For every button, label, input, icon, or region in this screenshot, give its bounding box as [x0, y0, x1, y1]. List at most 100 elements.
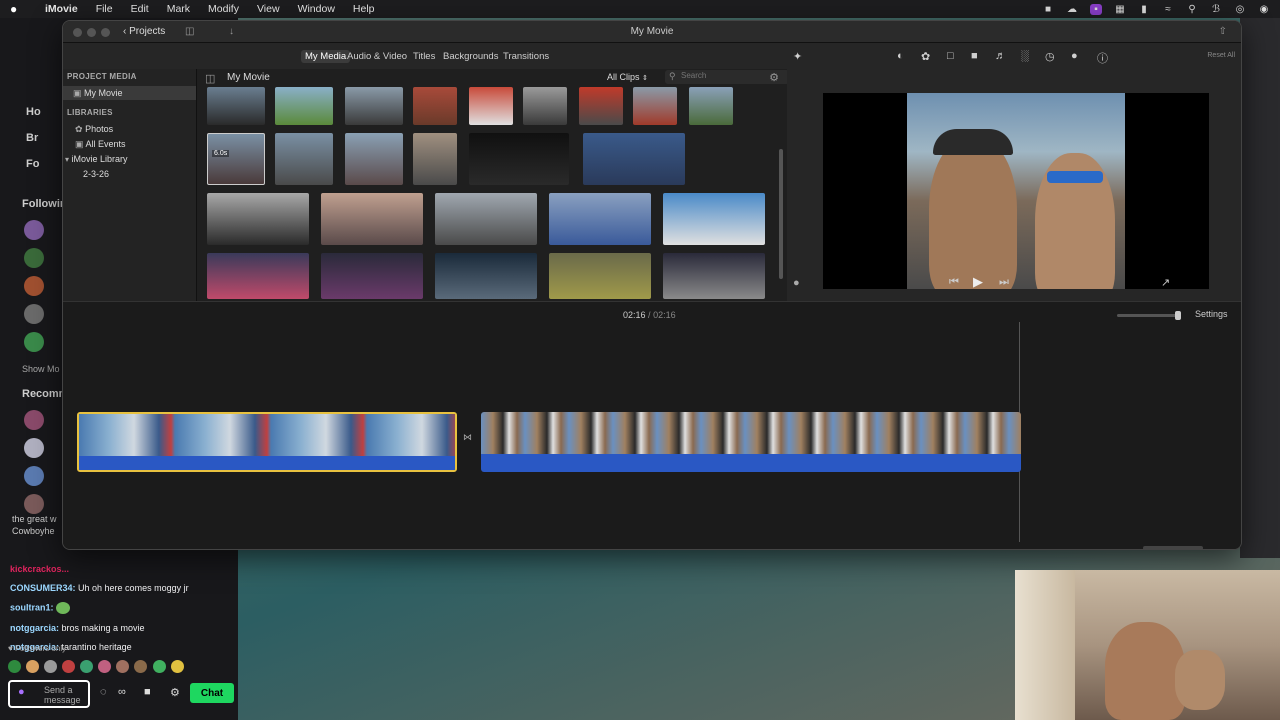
- share-icon[interactable]: ⇧: [1219, 26, 1227, 37]
- show-more-link[interactable]: Show Mo: [22, 364, 60, 374]
- clip-thumbnail[interactable]: [435, 253, 537, 299]
- channel-avatar[interactable]: [24, 438, 44, 458]
- menu-file[interactable]: File: [87, 3, 122, 15]
- color-balance-icon[interactable]: ◐: [897, 50, 904, 62]
- clip-thumbnail[interactable]: [663, 253, 765, 299]
- browser-scrollbar[interactable]: [779, 149, 783, 279]
- emote-icon[interactable]: [8, 660, 21, 673]
- clip-thumbnail[interactable]: [207, 193, 309, 245]
- tab-titles[interactable]: Titles: [413, 51, 435, 62]
- bluetooth-icon[interactable]: ℬ: [1210, 4, 1222, 15]
- battery-icon[interactable]: ▮: [1138, 4, 1150, 15]
- mic-icon[interactable]: ●: [18, 686, 25, 698]
- menu-app-name[interactable]: iMovie: [36, 3, 87, 15]
- clip-thumbnail[interactable]: [633, 87, 677, 125]
- sidebar-item-photos[interactable]: ✿ Photos: [75, 124, 113, 135]
- emote-icon[interactable]: [116, 660, 130, 673]
- menu-window[interactable]: Window: [289, 3, 344, 15]
- sidebar-panel-icon[interactable]: ◫: [205, 72, 215, 85]
- clip-thumbnail[interactable]: 6.0s: [207, 133, 265, 185]
- clip-thumbnail[interactable]: [275, 87, 333, 125]
- menu-edit[interactable]: Edit: [122, 3, 158, 15]
- settings-button[interactable]: Settings: [1195, 309, 1228, 319]
- timeline-clip[interactable]: [77, 412, 457, 472]
- color-correction-icon[interactable]: ✿: [921, 50, 930, 63]
- siri-icon[interactable]: ◉: [1258, 4, 1270, 15]
- clip-thumbnail[interactable]: [207, 87, 265, 125]
- clip-thumbnail[interactable]: [321, 193, 423, 245]
- zoom-slider[interactable]: [1117, 311, 1181, 320]
- tab-transitions[interactable]: Transitions: [503, 51, 549, 62]
- clip-thumbnail[interactable]: [549, 193, 651, 245]
- emote-icon[interactable]: [134, 660, 148, 673]
- clip-thumbnail[interactable]: [469, 87, 513, 125]
- clip-thumbnail[interactable]: [579, 87, 623, 125]
- clip-thumbnail[interactable]: [345, 133, 403, 185]
- emote-icon[interactable]: [26, 660, 40, 673]
- skip-forward-icon[interactable]: ⏭: [999, 276, 1009, 289]
- menu-help[interactable]: Help: [344, 3, 384, 15]
- status-grid-icon[interactable]: ▦: [1114, 4, 1126, 15]
- clip-thumbnail[interactable]: [321, 253, 423, 299]
- equalizer-icon[interactable]: ░: [1021, 50, 1029, 62]
- nav-following[interactable]: Fo: [26, 158, 39, 170]
- emote-icon[interactable]: [80, 660, 94, 673]
- menu-view[interactable]: View: [248, 3, 289, 15]
- clip-thumbnail[interactable]: [413, 133, 457, 185]
- channel-avatar[interactable]: [24, 304, 44, 324]
- clip-thumbnail[interactable]: [469, 133, 569, 185]
- apple-menu-icon[interactable]: ●: [10, 2, 36, 16]
- browser-settings-gear-icon[interactable]: ⚙: [769, 71, 779, 84]
- clip-thumbnail[interactable]: [275, 133, 333, 185]
- status-cloud-icon[interactable]: ☁: [1066, 4, 1078, 15]
- clip-thumbnail[interactable]: [549, 253, 651, 299]
- tab-audio-video[interactable]: Audio & Video: [347, 51, 407, 62]
- tab-backgrounds[interactable]: Backgrounds: [443, 51, 498, 62]
- channel-avatar[interactable]: [24, 276, 44, 296]
- video-preview[interactable]: [823, 93, 1209, 289]
- status-app-icon[interactable]: ■: [1042, 4, 1054, 15]
- skip-back-icon[interactable]: ⏮: [949, 276, 959, 289]
- nav-browse[interactable]: Br: [26, 132, 38, 144]
- link-icon[interactable]: ∞: [118, 686, 126, 698]
- channel-avatar[interactable]: [24, 494, 44, 514]
- speed-icon[interactable]: ◷: [1045, 50, 1055, 63]
- control-center-icon[interactable]: ◎: [1234, 4, 1246, 15]
- channel-avatar[interactable]: [24, 220, 44, 240]
- search-input[interactable]: [681, 71, 761, 80]
- clip-thumbnail[interactable]: [345, 87, 403, 125]
- transition-icon[interactable]: ⋈: [463, 432, 472, 443]
- emote-icon[interactable]: [62, 660, 76, 673]
- chat-send-button[interactable]: Chat: [190, 683, 234, 703]
- search-icon[interactable]: ⚲: [1186, 4, 1198, 15]
- channel-avatar[interactable]: [24, 410, 44, 430]
- clip-filter-select[interactable]: All Clips ⇕: [607, 72, 648, 82]
- clip-thumbnail[interactable]: [663, 193, 765, 245]
- magic-wand-icon[interactable]: ✦: [793, 50, 802, 63]
- zoom-slider-handle[interactable]: [1175, 311, 1181, 320]
- channel-avatar[interactable]: [24, 332, 44, 352]
- menu-modify[interactable]: Modify: [199, 3, 248, 15]
- bits-icon[interactable]: ◌: [100, 686, 107, 698]
- volume-icon[interactable]: ♬: [995, 50, 1006, 62]
- clip-thumbnail[interactable]: [523, 87, 567, 125]
- stabilization-icon[interactable]: ■: [971, 50, 978, 62]
- sidebar-item-event[interactable]: 2-3-26: [83, 169, 109, 179]
- emote-icon[interactable]: [44, 660, 58, 673]
- clip-thumbnail[interactable]: [207, 253, 309, 299]
- emote-icon[interactable]: [98, 660, 112, 673]
- reset-all-button[interactable]: Reset All: [1207, 52, 1235, 59]
- wifi-icon[interactable]: ≈: [1162, 4, 1174, 15]
- clip-thumbnail[interactable]: [583, 133, 685, 185]
- menu-mark[interactable]: Mark: [158, 3, 199, 15]
- timeline-clip[interactable]: [481, 412, 1021, 472]
- nav-home[interactable]: Ho: [26, 106, 41, 118]
- clip-thumbnail[interactable]: [435, 193, 537, 245]
- channel-avatar[interactable]: [24, 466, 44, 486]
- status-record-icon[interactable]: ▪: [1090, 3, 1102, 15]
- gift-icon[interactable]: ■: [144, 686, 151, 698]
- tab-my-media[interactable]: My Media: [301, 50, 351, 63]
- timeline-scrollbar[interactable]: [1143, 546, 1203, 549]
- info-icon[interactable]: ⓘ: [1097, 50, 1108, 66]
- fullscreen-icon[interactable]: ↗: [1161, 276, 1170, 289]
